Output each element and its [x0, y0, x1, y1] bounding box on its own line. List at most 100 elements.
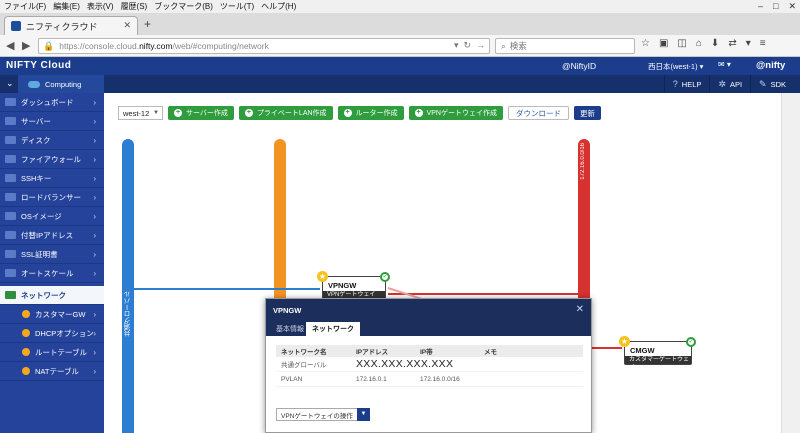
- key-icon: [5, 174, 16, 182]
- chevron-right-icon: ›: [93, 135, 96, 145]
- sidebar-item-label: オートスケール: [21, 268, 74, 278]
- server-icon: [5, 117, 16, 125]
- maximize-icon[interactable]: □: [773, 1, 778, 12]
- sidebar-item-firewall[interactable]: ファイアウォール ›: [0, 150, 104, 169]
- menu-edit[interactable]: 編集(E): [53, 1, 80, 12]
- help-link[interactable]: ? HELP: [663, 75, 710, 93]
- menu-history[interactable]: 履歴(S): [121, 1, 148, 12]
- clipboard-icon[interactable]: ▣: [659, 38, 668, 49]
- close-window-icon[interactable]: ✕: [788, 1, 796, 12]
- refresh-button[interactable]: 更新: [573, 106, 601, 120]
- minimize-icon[interactable]: –: [758, 1, 763, 12]
- sidebar-item-nat-table[interactable]: NATテーブル ›: [0, 362, 104, 381]
- service-links: ? HELP ✲ API ✎ SDK: [663, 75, 794, 93]
- download-icon[interactable]: ⬇: [711, 38, 719, 49]
- hamburger-icon[interactable]: ≡: [760, 38, 766, 49]
- panel-header: VPNGW ✕ 基本情報 ネットワーク: [266, 299, 591, 336]
- lock-icon: 🔒: [43, 40, 55, 51]
- sidebar-item-dashboard[interactable]: ダッシュボード ›: [0, 93, 104, 112]
- pocket-icon[interactable]: ◫: [677, 38, 686, 49]
- vpn-operation-label: VPNゲートウェイの操作: [281, 412, 353, 420]
- sidebar-item-route-table[interactable]: ルートテーブル ›: [0, 343, 104, 362]
- col-network-name: ネットワーク名: [281, 349, 327, 356]
- user-id-menu[interactable]: @NiftyID: [562, 61, 596, 71]
- download-button[interactable]: ダウンロード: [507, 106, 569, 120]
- firewall-icon: [5, 155, 16, 163]
- browser-menubar: ファイル(F) 編集(E) 表示(V) 履歴(S) ブックマーク(B) ツール(…: [0, 0, 800, 13]
- sidebar-item-autoscale[interactable]: オートスケール ›: [0, 264, 104, 283]
- browser-search-input[interactable]: ⌕ 検索: [495, 38, 635, 54]
- url-bar[interactable]: 🔒 https://console.cloud. nifty.com /web/…: [38, 38, 490, 54]
- send-icon[interactable]: ⇄: [728, 38, 736, 49]
- sidebar-item-customer-gw[interactable]: カスタマーGW ›: [0, 305, 104, 324]
- row-ip-address: 172.16.0.1: [356, 375, 387, 383]
- tab-close-icon[interactable]: ✕: [123, 20, 131, 31]
- nat-table-icon: [22, 367, 30, 375]
- forward-icon[interactable]: ▶: [22, 39, 30, 52]
- menu-view[interactable]: 表示(V): [87, 1, 114, 12]
- reload-icon[interactable]: ▾ ↻ →: [454, 40, 485, 51]
- autoscale-icon: [5, 269, 16, 277]
- more-icon[interactable]: ▾: [746, 38, 751, 49]
- vpn-gateway-node[interactable]: ★ VPNGW VPNゲートウェイ ✓: [317, 271, 390, 300]
- close-icon[interactable]: ✕: [576, 304, 584, 315]
- table-header: ネットワーク名 IPアドレス IP帯 メモ: [276, 345, 583, 357]
- sidebar-item-ssl[interactable]: SSL証明書 ›: [0, 245, 104, 264]
- global-network-line[interactable]: [122, 139, 134, 433]
- table-row: 共通グローバル XXX.XXX.XXX.XXX: [276, 357, 583, 372]
- tab-network[interactable]: ネットワーク: [306, 322, 360, 336]
- menu-tools[interactable]: ツール(T): [220, 1, 254, 12]
- menu-file[interactable]: ファイル(F): [4, 1, 46, 12]
- load-balancer-icon: [5, 193, 16, 201]
- api-link[interactable]: ✲ API: [709, 75, 750, 93]
- create-vpn-gateway-button[interactable]: + VPNゲートウェイ作成: [408, 106, 503, 120]
- sidebar-item-load-balancer[interactable]: ロードバランサー ›: [0, 188, 104, 207]
- network-icon: [5, 291, 16, 299]
- vpn-operation-select[interactable]: VPNゲートウェイの操作 ▼: [276, 408, 370, 421]
- sidebar-item-ssh-key[interactable]: SSHキー ›: [0, 169, 104, 188]
- menu-bookmarks[interactable]: ブックマーク(B): [154, 1, 213, 12]
- service-bar: ⌄ Computing ? HELP ✲ API ✎ SDK: [0, 75, 800, 93]
- create-private-lan-button[interactable]: + プライベートLAN作成: [238, 106, 333, 120]
- chevron-right-icon: ›: [93, 268, 96, 278]
- new-tab-icon[interactable]: +: [144, 17, 151, 31]
- sidebar-item-dhcp[interactable]: DHCPオプション ›: [0, 324, 104, 343]
- search-placeholder: 検索: [509, 41, 527, 51]
- create-router-button[interactable]: + ルーター作成: [337, 106, 404, 120]
- star-badge-icon: ★: [619, 336, 630, 347]
- computing-tab[interactable]: Computing: [18, 75, 104, 93]
- region-select[interactable]: 西日本(west-1) ▾: [648, 61, 703, 72]
- mail-icon[interactable]: ✉ ▾: [718, 60, 731, 69]
- zone-select[interactable]: west-12 ▼: [118, 106, 163, 120]
- vpn-node-name: VPNGW: [328, 281, 357, 290]
- star-icon[interactable]: ☆: [641, 38, 650, 49]
- tab-basic-info[interactable]: 基本情報: [270, 322, 310, 336]
- customer-gateway-node[interactable]: ★ CMGW カスタマーゲートウェイ ✓: [619, 336, 696, 371]
- back-icon[interactable]: ◀: [6, 39, 14, 52]
- sidebar-item-ip-address[interactable]: 付替IPアドレス ›: [0, 226, 104, 245]
- col-ip-range: IP帯: [420, 349, 433, 356]
- sidebar-item-server[interactable]: サーバー ›: [0, 112, 104, 131]
- brand-logo[interactable]: NIFTY Cloud: [6, 60, 71, 71]
- sidebar-item-os-image[interactable]: OSイメージ ›: [0, 207, 104, 226]
- browser-tab[interactable]: ニフティクラウド ✕: [4, 16, 138, 35]
- nifty-logo[interactable]: @nifty: [756, 60, 785, 71]
- collapse-chevron-icon[interactable]: ⌄: [6, 78, 14, 89]
- menu-help[interactable]: ヘルプ(H): [261, 1, 296, 12]
- sidebar-item-label: SSHキー: [21, 173, 52, 183]
- region-label: 西日本(west-1): [648, 62, 698, 71]
- sidebar-item-disk[interactable]: ディスク ›: [0, 131, 104, 150]
- create-server-button[interactable]: + サーバー作成: [168, 106, 234, 120]
- sdk-link[interactable]: ✎ SDK: [750, 75, 794, 93]
- sidebar-item-label: SSL証明書: [21, 249, 58, 259]
- star-badge-icon: ★: [317, 271, 328, 282]
- vpn-private-link: [388, 293, 578, 295]
- page-scrollbar[interactable]: [781, 93, 800, 433]
- home-icon[interactable]: ⌂: [696, 38, 702, 49]
- create-vpn-gateway-label: VPNゲートウェイ作成: [426, 110, 497, 117]
- sidebar-item-network[interactable]: ネットワーク: [0, 286, 104, 305]
- chevron-right-icon: ›: [93, 230, 96, 240]
- network-main: west-12 ▼ + サーバー作成 + プライベートLAN作成 + ルーター作成 +…: [104, 93, 781, 433]
- sidebar-item-label: ダッシュボード: [21, 97, 74, 107]
- plus-icon: +: [244, 109, 253, 117]
